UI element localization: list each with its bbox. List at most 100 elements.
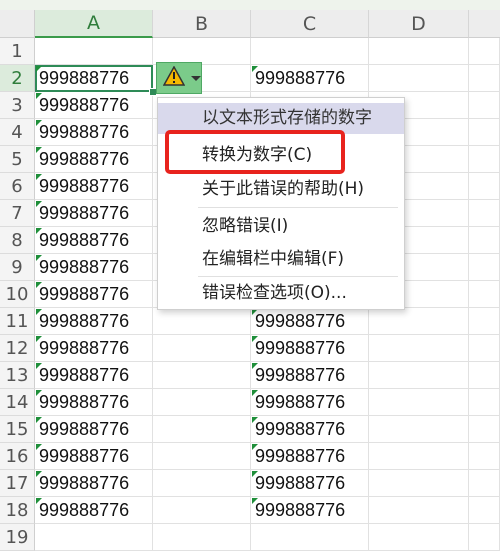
cell-b16[interactable] <box>153 443 251 470</box>
column-header-a[interactable]: A <box>35 10 153 38</box>
cell-value: 999888776 <box>39 95 130 115</box>
column-header-b[interactable]: B <box>153 10 251 38</box>
cell-e12[interactable] <box>469 335 500 362</box>
cell-a2[interactable]: 999888776 <box>35 65 153 92</box>
cell-a16[interactable]: 999888776 <box>35 443 153 470</box>
cell-d12[interactable] <box>369 335 469 362</box>
cell-e3[interactable] <box>469 92 500 119</box>
row-header[interactable]: 1 <box>0 38 35 65</box>
row-header[interactable]: 8 <box>0 227 35 254</box>
cell-d18[interactable] <box>369 497 469 524</box>
row-header[interactable]: 10 <box>0 281 35 308</box>
cell-a1[interactable] <box>35 38 153 65</box>
cell-b13[interactable] <box>153 362 251 389</box>
cell-a18[interactable]: 999888776 <box>35 497 153 524</box>
cell-value: 999888776 <box>39 122 130 142</box>
row-header[interactable]: 3 <box>0 92 35 119</box>
cell-b14[interactable] <box>153 389 251 416</box>
row-header[interactable]: 4 <box>0 119 35 146</box>
cell-c15[interactable]: 999888776 <box>251 416 369 443</box>
cell-c13[interactable]: 999888776 <box>251 362 369 389</box>
error-check-button[interactable] <box>156 62 202 94</box>
row-header[interactable]: 14 <box>0 389 35 416</box>
row-header[interactable]: 7 <box>0 200 35 227</box>
cell-a14[interactable]: 999888776 <box>35 389 153 416</box>
cell-a15[interactable]: 999888776 <box>35 416 153 443</box>
row-header[interactable]: 6 <box>0 173 35 200</box>
cell-e13[interactable] <box>469 362 500 389</box>
row-header[interactable]: 11 <box>0 308 35 335</box>
cell-a7[interactable]: 999888776 <box>35 200 153 227</box>
cell-a12[interactable]: 999888776 <box>35 335 153 362</box>
menu-item-error-check-options[interactable]: 错误检查选项(O)... <box>158 278 404 309</box>
cell-c11[interactable]: 999888776 <box>251 308 369 335</box>
cell-a3[interactable]: 999888776 <box>35 92 153 119</box>
cell-d1[interactable] <box>369 38 469 65</box>
cell-d15[interactable] <box>369 416 469 443</box>
cell-d14[interactable] <box>369 389 469 416</box>
cell-b15[interactable] <box>153 416 251 443</box>
cell-value: 999888776 <box>39 419 130 439</box>
cell-e18[interactable] <box>469 497 500 524</box>
row-header[interactable]: 5 <box>0 146 35 173</box>
column-header-d[interactable]: D <box>369 10 469 38</box>
cell-c18[interactable]: 999888776 <box>251 497 369 524</box>
cell-a13[interactable]: 999888776 <box>35 362 153 389</box>
cell-b11[interactable] <box>153 308 251 335</box>
cell-c12[interactable]: 999888776 <box>251 335 369 362</box>
cell-d17[interactable] <box>369 470 469 497</box>
cell-b17[interactable] <box>153 470 251 497</box>
cell-e15[interactable] <box>469 416 500 443</box>
cell-a11[interactable]: 999888776 <box>35 308 153 335</box>
column-header-c[interactable]: C <box>251 10 369 38</box>
menu-item-edit-in-formula-bar[interactable]: 在编辑栏中编辑(F) <box>158 244 404 275</box>
cell-e1[interactable] <box>469 38 500 65</box>
row-header[interactable]: 9 <box>0 254 35 281</box>
row-header[interactable]: 15 <box>0 416 35 443</box>
cell-c17[interactable]: 999888776 <box>251 470 369 497</box>
cell-c14[interactable]: 999888776 <box>251 389 369 416</box>
cell-e9[interactable] <box>469 254 500 281</box>
cell-e16[interactable] <box>469 443 500 470</box>
cell-d2[interactable] <box>369 65 469 92</box>
cell-e6[interactable] <box>469 173 500 200</box>
error-indicator-icon <box>36 309 42 315</box>
cell-c16[interactable]: 999888776 <box>251 443 369 470</box>
cell-e2[interactable] <box>469 65 500 92</box>
cell-a17[interactable]: 999888776 <box>35 470 153 497</box>
menu-item-ignore-error[interactable]: 忽略错误(I) <box>158 211 404 242</box>
cell-e10[interactable] <box>469 281 500 308</box>
cell-e17[interactable] <box>469 470 500 497</box>
row-header[interactable]: 18 <box>0 497 35 524</box>
cell-a8[interactable]: 999888776 <box>35 227 153 254</box>
cell-d13[interactable] <box>369 362 469 389</box>
cell-b18[interactable] <box>153 497 251 524</box>
cell-c1[interactable] <box>251 38 369 65</box>
row-header[interactable]: 13 <box>0 362 35 389</box>
cell-e11[interactable] <box>469 308 500 335</box>
cell-value: 999888776 <box>39 311 130 331</box>
cell-e8[interactable] <box>469 227 500 254</box>
row-header[interactable]: 12 <box>0 335 35 362</box>
cell-a10[interactable]: 999888776 <box>35 281 153 308</box>
cell-d11[interactable] <box>369 308 469 335</box>
row-header[interactable]: 17 <box>0 470 35 497</box>
cell-e5[interactable] <box>469 146 500 173</box>
row-header[interactable]: 2 <box>0 65 35 92</box>
cell-e14[interactable] <box>469 389 500 416</box>
column-header-e[interactable] <box>469 10 500 38</box>
cell-c2[interactable]: 999888776 <box>251 65 369 92</box>
cell-b1[interactable] <box>153 38 251 65</box>
cell-e4[interactable] <box>469 119 500 146</box>
menu-item-error-help[interactable]: 关于此错误的帮助(H) <box>158 174 404 205</box>
cell-a4[interactable]: 999888776 <box>35 119 153 146</box>
row-header[interactable]: 16 <box>0 443 35 470</box>
cell-a5[interactable]: 999888776 <box>35 146 153 173</box>
cell-a6[interactable]: 999888776 <box>35 173 153 200</box>
cell-a9[interactable]: 999888776 <box>35 254 153 281</box>
select-all-corner[interactable] <box>0 10 35 38</box>
cell-b12[interactable] <box>153 335 251 362</box>
cell-e7[interactable] <box>469 200 500 227</box>
cell-d16[interactable] <box>369 443 469 470</box>
cell-value: 999888776 <box>255 446 346 466</box>
